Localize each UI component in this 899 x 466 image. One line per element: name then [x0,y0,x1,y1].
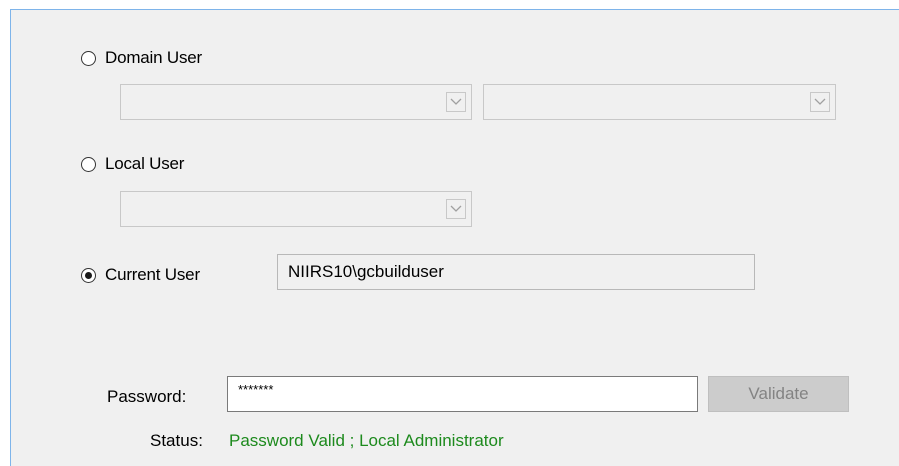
password-label: Password: [107,387,187,406]
password-input[interactable]: ******* [227,376,698,412]
current-user-radio[interactable] [81,267,96,283]
current-user-label: Current User [105,265,200,284]
local-user-radio[interactable] [81,156,96,172]
current-user-field: NIIRS10\gcbuilduser [277,254,755,290]
chevron-down-icon[interactable] [446,199,466,219]
validate-button[interactable]: Validate [708,376,849,412]
domain-user-label: Domain User [105,48,202,67]
chevron-down-icon[interactable] [810,92,830,112]
chevron-down-icon[interactable] [446,92,466,112]
status-label: Status: [150,431,203,450]
domain-select[interactable] [120,84,472,120]
domain-user-option[interactable]: Domain User [81,48,202,68]
local-user-option[interactable]: Local User [81,154,184,174]
user-account-panel: Domain User Local User Current User NIIR… [10,9,899,466]
domain-user-select[interactable] [483,84,836,120]
local-user-label: Local User [105,154,185,173]
domain-user-radio[interactable] [81,50,96,66]
status-value: Password Valid ; Local Administrator [229,431,504,450]
local-user-select[interactable] [120,191,472,227]
current-user-option[interactable]: Current User [81,265,200,285]
